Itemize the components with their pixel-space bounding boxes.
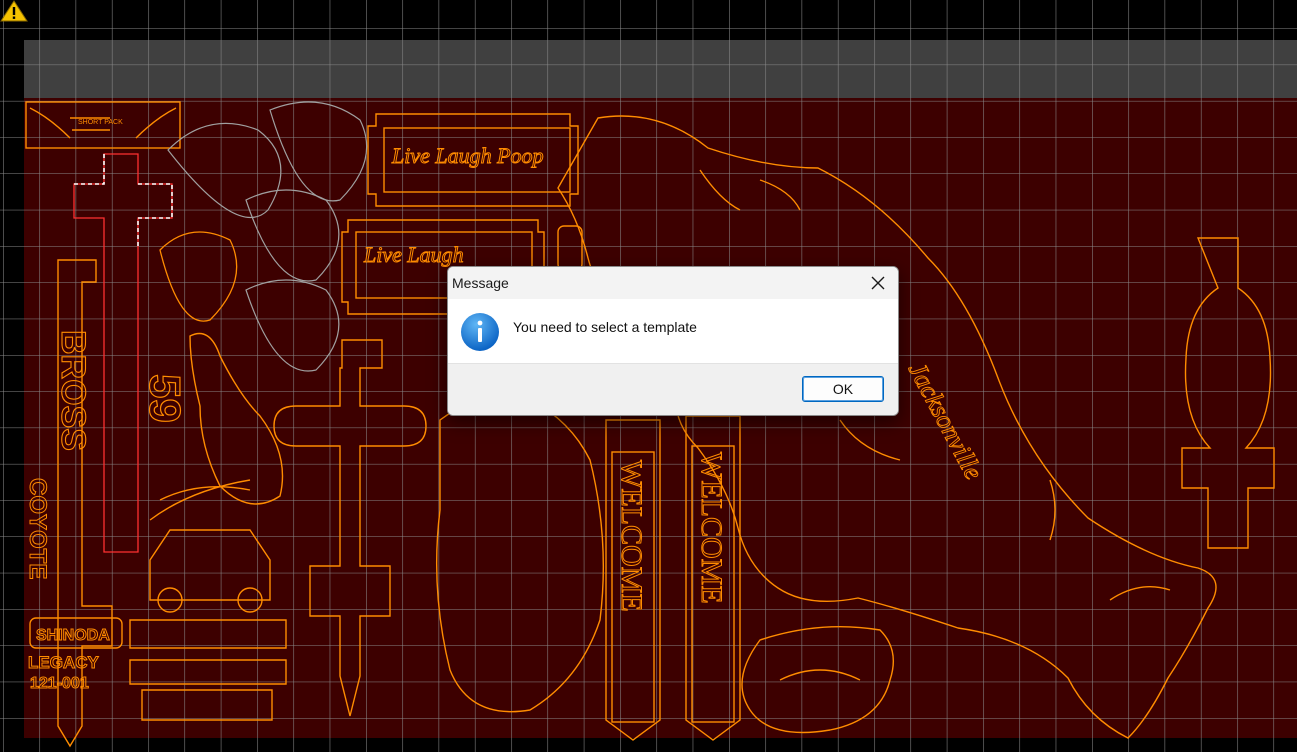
svg-text:LEGACY: LEGACY xyxy=(28,653,100,672)
svg-text:BROSS: BROSS xyxy=(54,330,92,451)
dialog-footer: OK xyxy=(448,363,898,415)
svg-text:SHINODA: SHINODA xyxy=(36,627,110,644)
svg-text:COYOTE: COYOTE xyxy=(24,478,51,579)
svg-text:WELCOME: WELCOME xyxy=(615,460,648,612)
dialog-message: You need to select a template xyxy=(513,319,697,335)
info-icon xyxy=(461,313,499,351)
message-dialog: Message You need to select a template OK xyxy=(447,266,899,416)
svg-text:121-001: 121-001 xyxy=(30,675,89,692)
close-icon[interactable] xyxy=(868,273,888,293)
ok-button[interactable]: OK xyxy=(802,376,884,402)
design-small-sign-text: SHORT PACK xyxy=(78,119,123,126)
svg-text:Live Laugh: Live Laugh xyxy=(363,242,464,267)
warning-icon[interactable] xyxy=(0,0,28,22)
dialog-body: You need to select a template xyxy=(448,299,898,363)
dialog-titlebar[interactable]: Message xyxy=(448,267,898,299)
svg-text:WELCOME: WELCOME xyxy=(695,452,728,604)
dialog-title: Message xyxy=(452,275,509,291)
svg-text:59: 59 xyxy=(140,374,189,423)
svg-text:Live Laugh Poop: Live Laugh Poop xyxy=(391,143,544,168)
